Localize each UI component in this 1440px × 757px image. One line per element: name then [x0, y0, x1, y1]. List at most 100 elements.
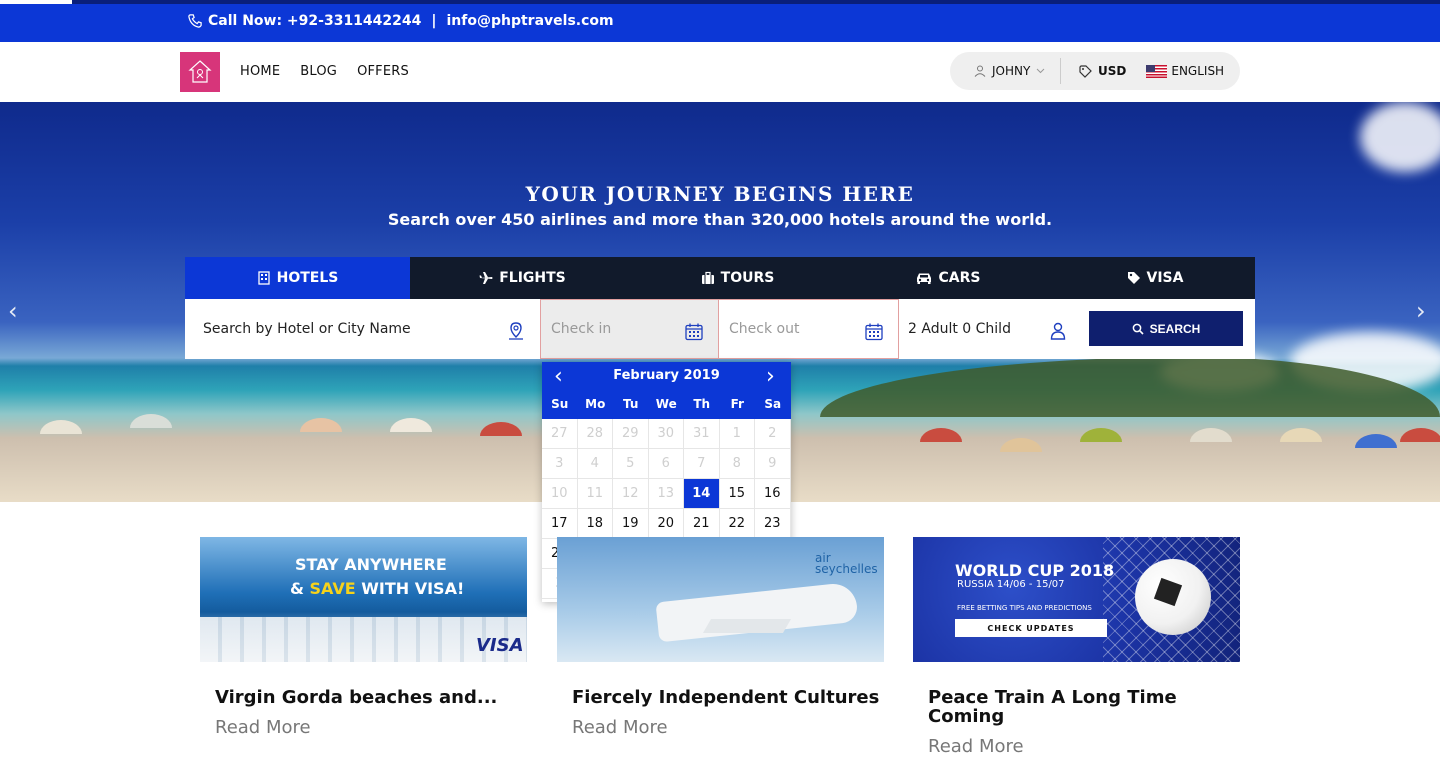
datepicker-day: 3: [542, 449, 578, 479]
offer-card[interactable]: STAY ANYWHERE & SAVE WITH VISA! VISA Vir…: [200, 537, 527, 738]
plane-icon: [479, 272, 493, 284]
datepicker-day[interactable]: 17: [542, 509, 578, 539]
datepicker-day: 30: [648, 419, 684, 449]
datepicker-day: 12: [613, 479, 649, 509]
calendar-icon: [865, 323, 883, 341]
nav-home[interactable]: HOME: [240, 64, 280, 79]
offer-card[interactable]: air seychelles Fiercely Independent Cultu…: [557, 537, 884, 738]
weekday-label: Mo: [585, 397, 606, 411]
umbrella-shape: [1080, 428, 1122, 442]
datepicker-day: 11: [577, 479, 613, 509]
datepicker-day[interactable]: 22: [719, 509, 755, 539]
search-button-label: SEARCH: [1149, 321, 1201, 336]
datepicker-month: February 2019: [613, 368, 720, 383]
hero-title: YOUR JOURNEY BEGINS HERE: [525, 182, 915, 206]
tab-visa[interactable]: VISA: [1055, 257, 1255, 299]
checkin-placeholder: Check in: [551, 321, 612, 337]
datepicker-day: 5: [613, 449, 649, 479]
read-more-link[interactable]: Read More: [215, 717, 527, 738]
top-contact-bar: Call Now: +92-3311442244 | info@phptrave…: [0, 0, 1440, 42]
umbrella-shape: [1280, 428, 1322, 442]
card-image-dates: RUSSIA 14/06 - 15/07: [957, 579, 1065, 590]
calendar-icon: [685, 323, 703, 341]
currency-selector[interactable]: USD: [1061, 64, 1126, 78]
datepicker-next-icon[interactable]: ›: [766, 364, 775, 389]
datepicker-day: 7: [684, 449, 720, 479]
main-header: HOME BLOG OFFERS JOHNY USD ENGLISH: [0, 42, 1440, 102]
card-image-visa[interactable]: STAY ANYWHERE & SAVE WITH VISA! VISA: [200, 537, 527, 662]
datepicker-day[interactable]: 23: [755, 509, 791, 539]
slider-next-button[interactable]: ›: [1416, 297, 1426, 325]
hotel-search-placeholder: Search by Hotel or City Name: [203, 321, 411, 337]
search-button[interactable]: SEARCH: [1089, 311, 1243, 346]
umbrella-shape: [1000, 438, 1042, 452]
umbrella-shape: [1355, 434, 1397, 448]
datepicker-day[interactable]: 14: [684, 479, 720, 509]
nav-offers[interactable]: OFFERS: [357, 64, 409, 79]
slider-prev-button[interactable]: ‹: [8, 297, 18, 325]
user-menu[interactable]: JOHNY: [950, 64, 1060, 78]
datepicker-day[interactable]: 20: [648, 509, 684, 539]
umbrella-shape: [920, 428, 962, 442]
datepicker-day[interactable]: 15: [719, 479, 755, 509]
user-name: JOHNY: [992, 64, 1031, 78]
datepicker-day: 31: [684, 419, 720, 449]
user-icon: [974, 65, 986, 77]
cloud-shape: [1360, 102, 1440, 172]
datepicker-day[interactable]: 19: [613, 509, 649, 539]
card-image-headline: WORLD CUP 2018: [955, 561, 1115, 580]
plane-shape: [655, 581, 859, 643]
tab-hotels[interactable]: HOTELS: [185, 257, 410, 299]
datepicker-day: 1: [719, 419, 755, 449]
datepicker-day[interactable]: 21: [684, 509, 720, 539]
airline-logo: air seychelles: [815, 551, 878, 576]
logo-icon: [188, 60, 212, 83]
tab-flights-label: FLIGHTS: [499, 270, 566, 286]
umbrella-shape: [480, 422, 522, 436]
weekday-label: Fr: [730, 397, 744, 411]
datepicker-day: 2: [755, 419, 791, 449]
tab-tours[interactable]: TOURS: [635, 257, 840, 299]
language-selector[interactable]: ENGLISH: [1126, 64, 1224, 78]
card-image-airline[interactable]: air seychelles: [557, 537, 884, 662]
datepicker-day: 6: [648, 449, 684, 479]
datepicker-day[interactable]: 16: [755, 479, 791, 509]
top-strip: [0, 0, 72, 4]
weekday-label: Su: [551, 397, 569, 411]
card-image-headline: STAY ANYWHERE: [295, 555, 447, 574]
weekday-label: Tu: [623, 397, 639, 411]
card-image-subline: & SAVE WITH VISA!: [290, 579, 465, 598]
tab-flights[interactable]: FLIGHTS: [410, 257, 635, 299]
card-image-worldcup[interactable]: WORLD CUP 2018 RUSSIA 14/06 - 15/07 FREE…: [913, 537, 1240, 662]
checkin-input[interactable]: Check in: [540, 299, 719, 359]
site-logo[interactable]: [180, 52, 220, 92]
datepicker-day[interactable]: 18: [577, 509, 613, 539]
datepicker-weekdays: Su Mo Tu We Th Fr Sa: [542, 397, 791, 411]
umbrella-shape: [1400, 428, 1440, 442]
tag-icon: [1127, 272, 1140, 284]
read-more-link[interactable]: Read More: [928, 736, 1240, 757]
datepicker-day: 13: [648, 479, 684, 509]
email-link[interactable]: info@phptravels.com: [447, 13, 614, 29]
read-more-link[interactable]: Read More: [572, 717, 884, 738]
football-icon: [1135, 559, 1211, 635]
map-pin-icon: [509, 322, 523, 340]
datepicker-day: 8: [719, 449, 755, 479]
card-title[interactable]: Fiercely Independent Cultures: [572, 688, 884, 707]
check-updates-button[interactable]: CHECK UPDATES: [955, 619, 1107, 637]
search-tabs: HOTELS FLIGHTS TOURS CARS VISA: [185, 257, 1255, 299]
checkout-input[interactable]: Check out: [719, 299, 899, 359]
umbrella-shape: [40, 420, 82, 434]
guests-selector[interactable]: 2 Adult 0 Child: [908, 299, 1068, 359]
suitcase-icon: [701, 271, 714, 284]
tab-cars[interactable]: CARS: [840, 257, 1055, 299]
nav-blog[interactable]: BLOG: [300, 64, 337, 79]
card-title[interactable]: Virgin Gorda beaches and...: [215, 688, 527, 707]
phone-icon: [188, 14, 202, 28]
umbrella-shape: [390, 418, 432, 432]
hotel-search-input[interactable]: Search by Hotel or City Name: [185, 299, 540, 359]
offer-card[interactable]: WORLD CUP 2018 RUSSIA 14/06 - 15/07 FREE…: [913, 537, 1240, 757]
datepicker-day: 29: [613, 419, 649, 449]
contact-info: Call Now: +92-3311442244 | info@phptrave…: [188, 13, 614, 29]
card-title[interactable]: Peace Train A Long Time Coming: [928, 688, 1240, 726]
